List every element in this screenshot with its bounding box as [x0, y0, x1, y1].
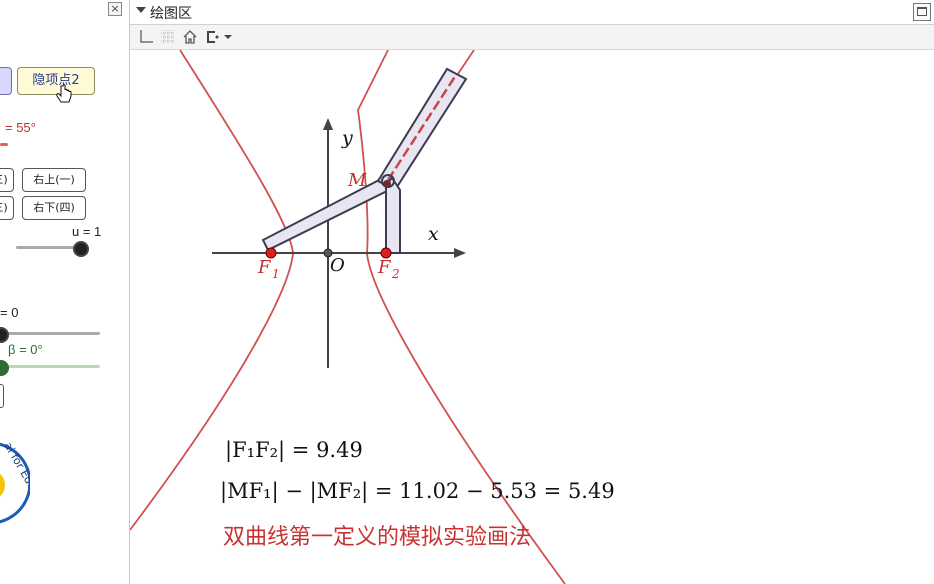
equation-difference: |MF₁| − |MF₂| = 11.02 − 5.53 = 5.49: [220, 479, 615, 504]
x-axis-arrow-icon: [454, 248, 466, 258]
graphics-view-header: 绘图区: [130, 0, 934, 25]
point-f2-subscript: 2: [391, 267, 400, 281]
zero-slider-knob[interactable]: [0, 327, 9, 343]
equation-f1f2: |F₁F₂| = 9.49: [225, 438, 363, 463]
axes-icon[interactable]: [138, 29, 154, 45]
point-m: [383, 180, 391, 188]
partial-checkbox[interactable]: [0, 384, 4, 408]
rod-vertical: [385, 176, 401, 254]
logo-icon: ai for Educatio: [0, 440, 30, 524]
alpha-slider[interactable]: [0, 143, 8, 146]
beta-slider-knob[interactable]: [0, 360, 9, 376]
partial-button[interactable]: [0, 67, 12, 95]
collapse-arrow-icon[interactable]: [136, 7, 146, 13]
beta-slider-track[interactable]: [0, 365, 100, 368]
hand-cursor-icon: [56, 84, 72, 103]
restore-window-button[interactable]: [913, 3, 931, 21]
u-slider-label: u = 1: [72, 224, 102, 239]
axis-x-label: x: [428, 223, 439, 245]
quadrant-2-button[interactable]: 三): [0, 168, 14, 192]
graphics-view-title: 绘图区: [150, 6, 192, 22]
point-capture-icon[interactable]: [204, 29, 234, 45]
hyperbola-right-branch: [357, 50, 566, 584]
point-m-label: M: [347, 170, 367, 191]
beta-slider-label: β = 0°: [8, 342, 43, 357]
point-f1-label: F: [257, 257, 272, 278]
string-line: [386, 74, 458, 181]
quadrant-3-button[interactable]: 三): [0, 196, 14, 220]
quadrant-4-button[interactable]: 右下(四): [22, 196, 86, 220]
algebra-panel: × 隐项点2 = 55° 三) 右上(一) 三) 右下(四) u = 1 = 0…: [0, 0, 130, 584]
alpha-slider-label: = 55°: [5, 120, 36, 135]
rod-f1-m: [261, 176, 391, 252]
u-slider-knob[interactable]: [73, 241, 89, 257]
origin-label: O: [330, 255, 345, 276]
quadrant-1-button[interactable]: 右上(一): [22, 168, 86, 192]
zero-slider-label: = 0: [0, 305, 19, 320]
grid-icon[interactable]: [160, 29, 176, 45]
point-f1-subscript: 1: [272, 267, 280, 281]
graphics-style-toolbar: [130, 25, 934, 50]
y-axis-arrow-icon: [323, 118, 333, 130]
caption-text: 双曲线第一定义的模拟实验画法: [223, 525, 531, 550]
graphics-canvas[interactable]: x y M F 1 F 2 O |F₁F₂| = 9.49 |MF₁| − |M…: [130, 50, 934, 584]
axis-y-label: y: [341, 127, 353, 149]
point-f2-label: F: [377, 257, 392, 278]
home-icon[interactable]: [182, 29, 198, 45]
close-panel-button[interactable]: ×: [108, 2, 122, 16]
construction-drawing: x y M F 1 F 2 O |F₁F₂| = 9.49 |MF₁| − |M…: [130, 50, 615, 584]
zero-slider-track[interactable]: [0, 332, 100, 335]
